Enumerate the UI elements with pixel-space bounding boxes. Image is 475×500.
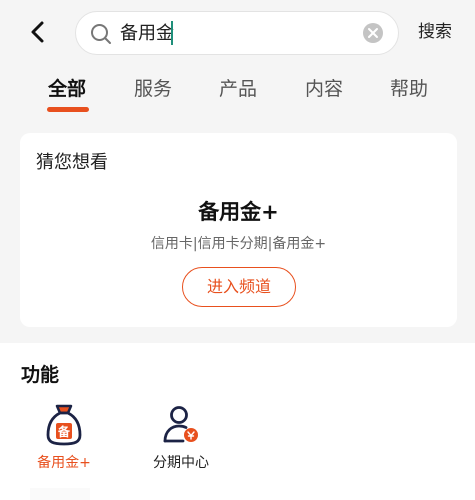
bottom-divider: [30, 488, 90, 500]
function-label: 分期中心: [153, 455, 209, 471]
clear-icon[interactable]: [362, 22, 384, 44]
svg-text:备: 备: [57, 424, 71, 439]
tab-products[interactable]: 产品: [219, 76, 257, 102]
function-item-installment[interactable]: 分期中心: [136, 403, 226, 483]
tab-services[interactable]: 服务: [134, 76, 172, 102]
recommendation-card: 猜您想看 备用金+ 信用卡|信用卡分期|备用金+ 进入频道: [20, 133, 457, 327]
function-label: 备用金+: [37, 455, 91, 471]
enter-channel-button[interactable]: 进入频道: [182, 267, 296, 307]
tab-help[interactable]: 帮助: [390, 76, 428, 102]
back-button[interactable]: [24, 18, 52, 46]
product-name: 备用金+: [198, 200, 279, 224]
functions-section: 功能 备 备用金+ 分期中心: [0, 343, 475, 500]
text-cursor: [171, 21, 173, 45]
card-title: 猜您想看: [36, 152, 108, 173]
tab-content[interactable]: 内容: [305, 76, 343, 102]
money-bag-icon: 备: [46, 404, 82, 446]
function-item-reserve[interactable]: 备 备用金+: [19, 403, 109, 483]
tab-all[interactable]: 全部: [48, 76, 86, 102]
section-title: 功能: [21, 364, 60, 386]
search-query: 备用金: [120, 23, 174, 44]
chevron-left-icon: [31, 21, 44, 43]
product-tags: 信用卡|信用卡分期|备用金+: [150, 236, 327, 252]
search-icon: [91, 24, 111, 44]
user-installment-icon: [163, 406, 198, 443]
search-header: 备用金 搜索: [0, 0, 475, 66]
active-tab-indicator: [47, 107, 89, 112]
search-input[interactable]: 备用金: [75, 11, 399, 55]
search-button[interactable]: 搜索: [418, 20, 452, 44]
